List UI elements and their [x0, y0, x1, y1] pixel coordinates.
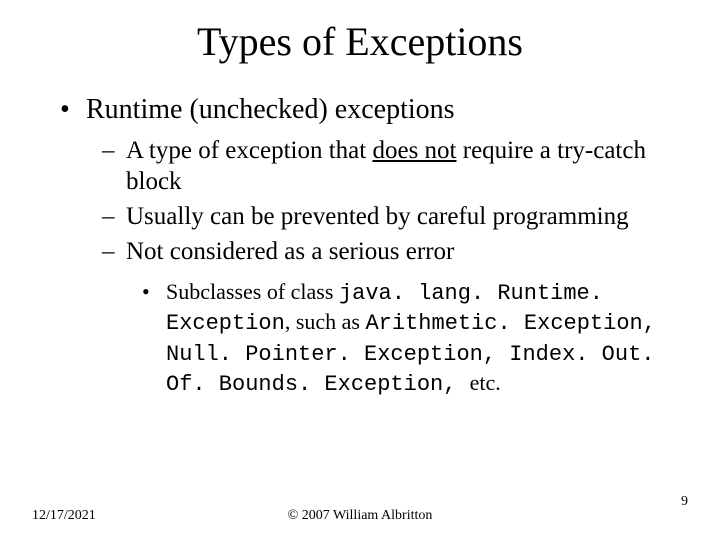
subbullet-trycatch: A type of exception that does not requir…: [30, 135, 690, 198]
underlined-text: does not: [372, 137, 456, 164]
slide-title: Types of Exceptions: [0, 0, 720, 75]
subbullet-subclasses: Subclasses of class java. lang. Runtime.…: [30, 278, 690, 400]
text-fragment: , such as: [285, 309, 366, 334]
text-fragment: etc.: [470, 370, 501, 395]
slide-content: Runtime (unchecked) exceptions A type of…: [0, 75, 720, 400]
slide: Types of Exceptions Runtime (unchecked) …: [0, 0, 720, 540]
footer-copyright: © 2007 William Albritton: [0, 508, 720, 524]
footer-date: 12/17/2021: [32, 508, 96, 524]
text-fragment: A type of exception that: [126, 137, 372, 164]
text-fragment: Subclasses of class: [166, 279, 339, 304]
subbullet-prevented: Usually can be prevented by careful prog…: [30, 201, 690, 232]
footer-page-number: 9: [681, 494, 688, 510]
subbullet-not-serious: Not considered as a serious error: [30, 236, 690, 267]
footer: 12/17/2021 © 2007 William Albritton 9: [0, 508, 720, 524]
bullet-runtime-exceptions: Runtime (unchecked) exceptions: [30, 93, 690, 127]
